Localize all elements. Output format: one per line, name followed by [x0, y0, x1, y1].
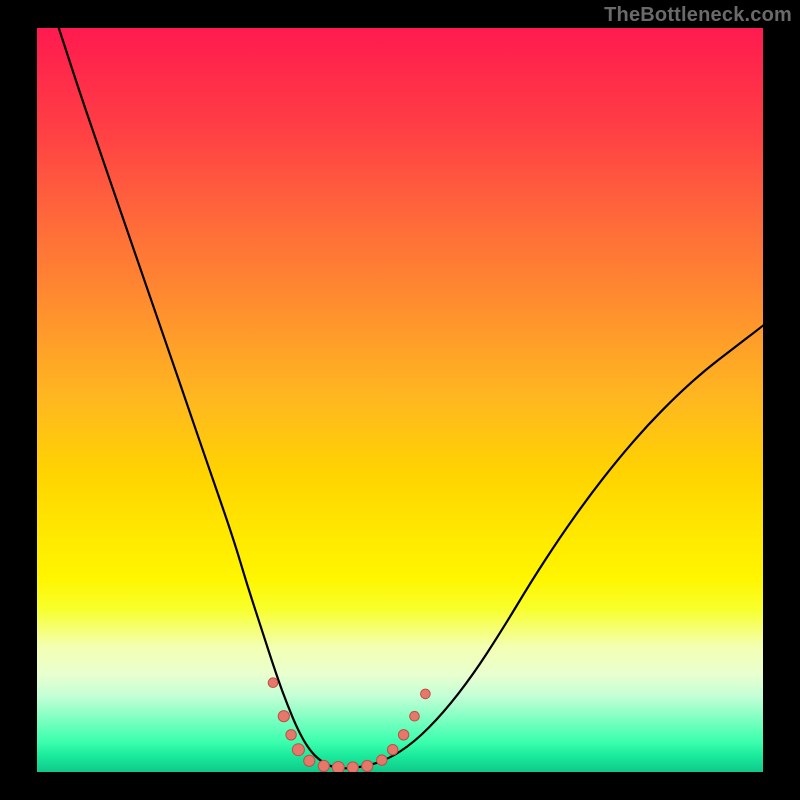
watermark-label: TheBottleneck.com: [604, 4, 792, 27]
chart-frame: TheBottleneck.com: [0, 0, 800, 800]
chart-gradient-background: [37, 28, 763, 772]
